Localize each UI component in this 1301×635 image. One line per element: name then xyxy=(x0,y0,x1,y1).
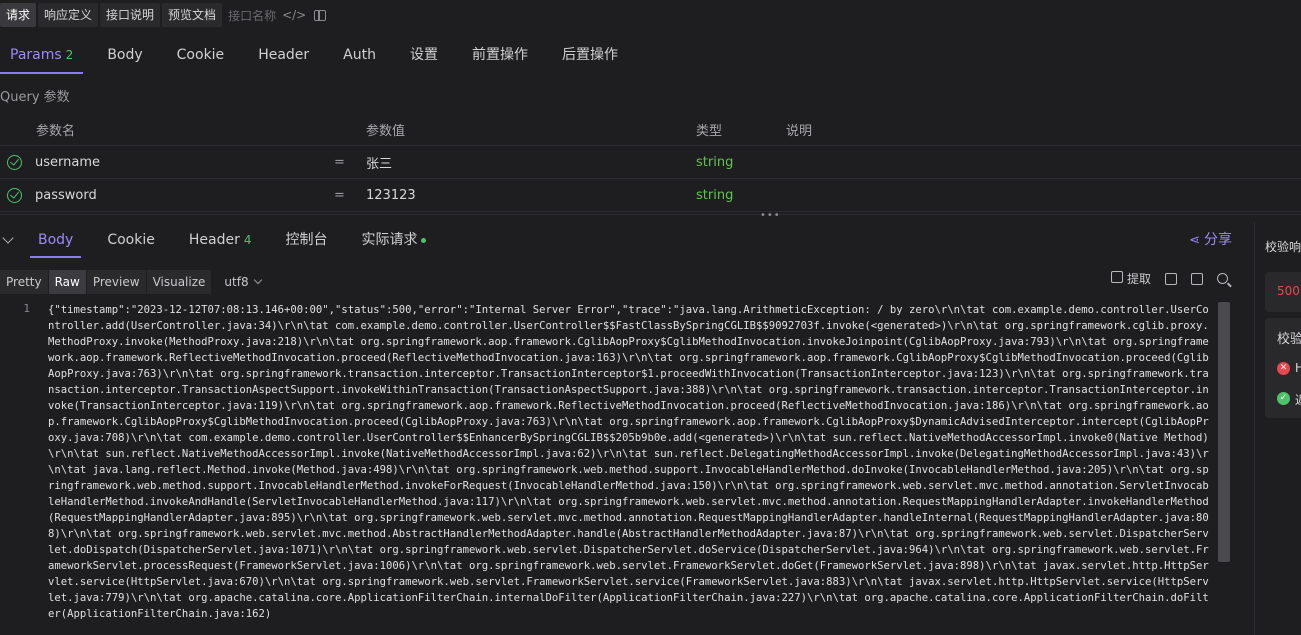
validation-panel: 校验响应 500 校验 ✕ H ✓ 返 xyxy=(1254,222,1301,635)
header-param-type: 类型 xyxy=(696,124,723,139)
tab-body[interactable]: Body xyxy=(97,38,152,74)
view-pretty-button[interactable]: Pretty xyxy=(0,270,48,294)
params-count-badge: 2 xyxy=(65,48,74,62)
equals-sign: = xyxy=(334,187,345,203)
download-icon[interactable] xyxy=(1165,272,1177,285)
tab-post-actions[interactable]: 后置操作 xyxy=(552,38,628,74)
tab-settings[interactable]: 设置 xyxy=(400,38,448,74)
error-result-text: H xyxy=(1295,361,1301,375)
extract-icon xyxy=(1111,271,1124,283)
search-icon[interactable] xyxy=(1217,273,1228,284)
share-icon: ⋖ xyxy=(1189,233,1200,248)
tab-pre-actions[interactable]: 前置操作 xyxy=(462,38,538,74)
vertical-scrollbar[interactable] xyxy=(1218,302,1230,562)
header-param-name: 参数名 xyxy=(36,124,76,139)
request-tab-bar: Params 2 Body Cookie Header Auth 设置 前置操作 … xyxy=(0,38,1301,74)
status-box: 500 xyxy=(1265,272,1301,312)
param-value-cell[interactable]: 张三 xyxy=(366,153,392,172)
side-panel-icon[interactable] xyxy=(314,9,327,21)
view-raw-button[interactable]: Raw xyxy=(48,270,86,294)
validation-subtitle: 校验 xyxy=(1277,332,1301,347)
tab-auth[interactable]: Auth xyxy=(333,38,386,74)
response-toolbar: 提取 xyxy=(1111,270,1228,287)
query-params-title: Query 参数 xyxy=(0,90,70,105)
error-icon: ✕ xyxy=(1277,362,1290,375)
param-name-cell[interactable]: username xyxy=(35,155,100,170)
param-name-cell[interactable]: password xyxy=(35,188,97,203)
response-body-viewer[interactable]: 1 {"timestamp":"2023-12-12T07:08:13.146+… xyxy=(0,300,1232,635)
view-mode-bar: Pretty Raw Preview Visualize utf8 提取 xyxy=(0,268,1240,296)
equals-sign: = xyxy=(334,154,345,170)
view-visualize-button[interactable]: Visualize xyxy=(146,270,212,294)
check-icon: ✓ xyxy=(1277,392,1290,405)
tab-response-header-label: Header xyxy=(188,232,240,248)
param-type-cell[interactable]: string xyxy=(696,188,733,203)
tab-actual-request[interactable]: 实际请求 xyxy=(354,222,434,258)
tab-params[interactable]: Params 2 xyxy=(0,38,84,74)
tab-header[interactable]: Header xyxy=(248,38,319,74)
tab-cookie[interactable]: Cookie xyxy=(167,38,235,74)
enabled-check-icon[interactable] xyxy=(7,154,22,170)
tab-response-header[interactable]: Header 4 xyxy=(181,222,260,258)
header-count-badge: 4 xyxy=(243,233,252,247)
tab-params-label: Params xyxy=(10,47,62,63)
tab-response-definition[interactable]: 响应定义 xyxy=(38,3,99,27)
params-table-header: 参数名 参数值 类型 说明 xyxy=(0,114,1301,146)
param-value-cell[interactable]: 123123 xyxy=(366,188,416,203)
code-icon[interactable]: </> xyxy=(282,8,306,22)
tab-preview-doc[interactable]: 预览文档 xyxy=(162,3,223,27)
header-param-value: 参数值 xyxy=(366,124,406,139)
ok-result-text: 返 xyxy=(1295,391,1301,408)
table-row: password = 123123 string xyxy=(0,179,1301,212)
status-code: 500 xyxy=(1277,284,1300,298)
tab-request[interactable]: 请求 xyxy=(0,3,37,27)
tab-actual-request-label: 实际请求 xyxy=(361,232,418,248)
copy-icon[interactable] xyxy=(1191,272,1203,285)
enabled-check-icon[interactable] xyxy=(7,187,22,203)
response-body-text[interactable]: {"timestamp":"2023-12-12T07:08:13.146+00… xyxy=(48,302,1212,622)
line-number: 1 xyxy=(23,302,30,315)
params-table: 参数名 参数值 类型 说明 username = 张三 string passw… xyxy=(0,114,1301,212)
tab-api-description[interactable]: 接口说明 xyxy=(100,3,161,27)
table-row: username = 张三 string xyxy=(0,146,1301,179)
api-name-input[interactable]: 接口名称 xyxy=(228,7,276,24)
top-tab-bar: 请求 响应定义 接口说明 预览文档 接口名称 </> xyxy=(0,3,327,27)
header-param-desc: 说明 xyxy=(786,124,813,139)
chevron-down-icon xyxy=(253,275,262,285)
share-label: 分享 xyxy=(1204,232,1232,248)
resize-handle-icon[interactable]: ••• xyxy=(760,210,781,221)
chevron-down-icon[interactable] xyxy=(2,232,14,244)
param-type-cell[interactable]: string xyxy=(696,155,733,170)
panel-divider xyxy=(0,214,1301,215)
encoding-value: utf8 xyxy=(224,275,249,289)
view-preview-button[interactable]: Preview xyxy=(86,270,146,294)
extract-label: 提取 xyxy=(1126,272,1151,286)
share-button[interactable]: ⋖ 分享 xyxy=(1189,222,1232,258)
tab-console[interactable]: 控制台 xyxy=(278,222,336,258)
encoding-select[interactable]: utf8 xyxy=(224,275,262,289)
tab-response-cookie[interactable]: Cookie xyxy=(99,222,163,258)
extract-button[interactable]: 提取 xyxy=(1111,270,1151,287)
tab-response-body[interactable]: Body xyxy=(30,222,82,258)
validation-result-box: 校验 ✕ H ✓ 返 xyxy=(1265,318,1301,418)
validation-title: 校验响应 xyxy=(1265,240,1301,254)
response-tab-bar: Body Cookie Header 4 控制台 实际请求 ⋖ 分享 xyxy=(0,222,1250,258)
status-dot-icon xyxy=(420,237,426,243)
